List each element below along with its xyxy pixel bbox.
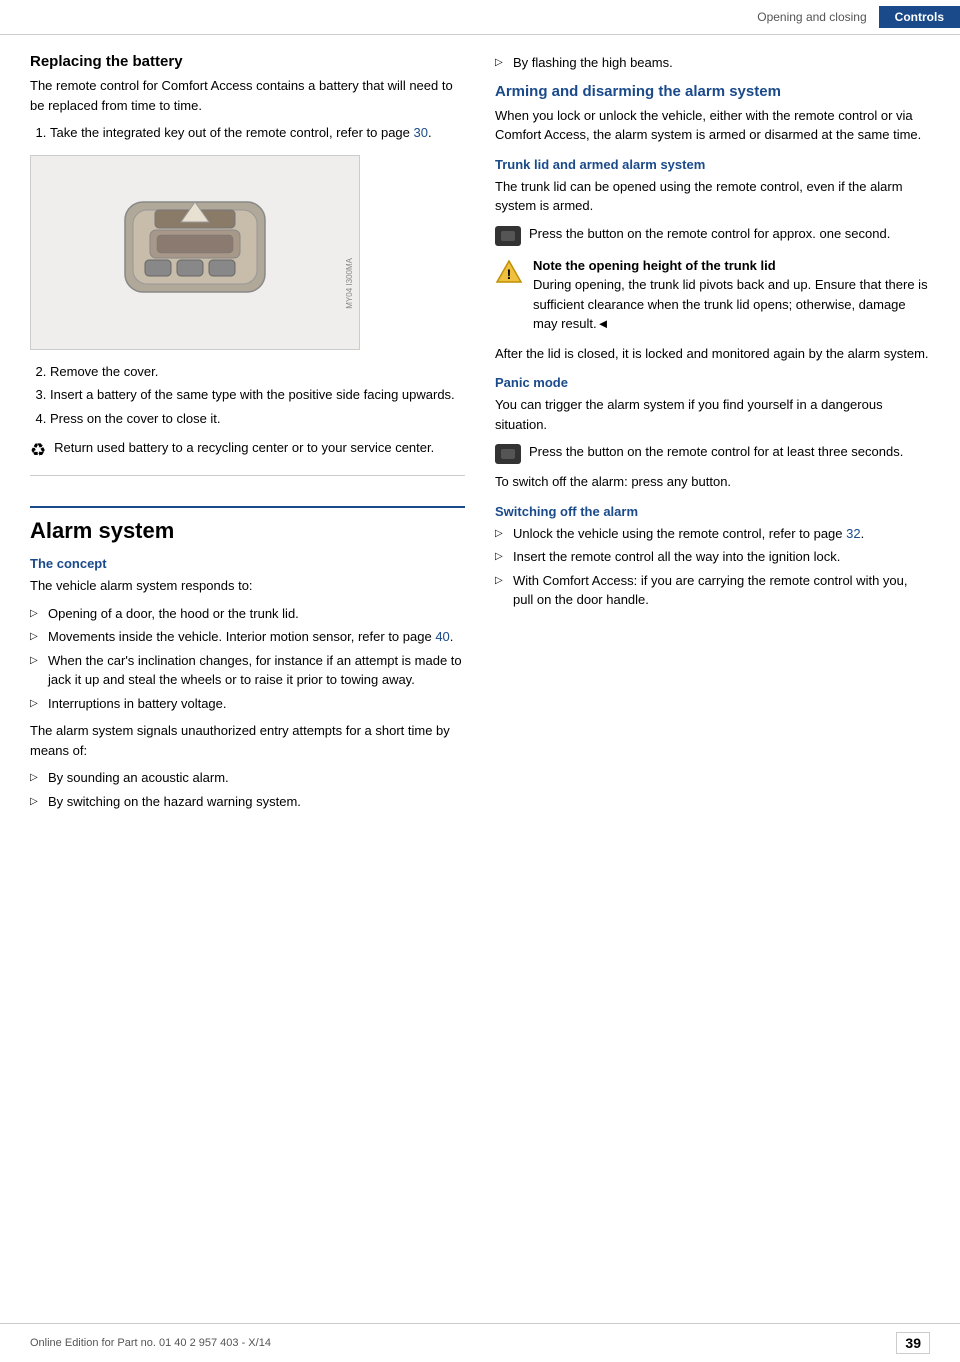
battery-step-2: Remove the cover. bbox=[50, 362, 465, 382]
warning-triangle-icon: ! bbox=[495, 258, 523, 289]
warning-title: Note the opening height of the trunk lid bbox=[533, 258, 776, 273]
page-number: 39 bbox=[896, 1332, 930, 1354]
main-content: Replacing the battery The remote control… bbox=[0, 35, 960, 859]
replacing-battery-title: Replacing the battery bbox=[30, 53, 465, 70]
trunk-title: Trunk lid and armed alarm system bbox=[495, 157, 930, 172]
left-column: Replacing the battery The remote control… bbox=[30, 53, 465, 819]
right-signal-list: By flashing the high beams. bbox=[495, 53, 930, 73]
switching-item-1: Unlock the vehicle using the remote cont… bbox=[495, 524, 930, 544]
recycle-text: Return used battery to a recycling cente… bbox=[54, 438, 434, 458]
concept-list: Opening of a door, the hood or the trunk… bbox=[30, 604, 465, 714]
alarm-system-title: Alarm system bbox=[30, 506, 465, 544]
arming-text: When you lock or unlock the vehicle, eit… bbox=[495, 106, 930, 145]
trunk-remote-note: Press the button on the remote control f… bbox=[495, 224, 930, 246]
battery-step-1: Take the integrated key out of the remot… bbox=[50, 123, 465, 143]
signal-item-2: By switching on the hazard warning syste… bbox=[30, 792, 465, 812]
link-page32[interactable]: 32 bbox=[846, 526, 860, 541]
signal-item-1: By sounding an acoustic alarm. bbox=[30, 768, 465, 788]
warning-content: Note the opening height of the trunk lid… bbox=[533, 256, 930, 334]
image-caption: MY04 I300MA bbox=[345, 258, 354, 309]
panic-text: You can trigger the alarm system if you … bbox=[495, 395, 930, 434]
switching-title: Switching off the alarm bbox=[495, 504, 930, 519]
signals-list: By sounding an acoustic alarm. By switch… bbox=[30, 768, 465, 811]
divider bbox=[30, 475, 465, 476]
panic-remote-note: Press the button on the remote control f… bbox=[495, 442, 930, 464]
after-lid-text: After the lid is closed, it is locked an… bbox=[495, 344, 930, 364]
concept-intro: The vehicle alarm system responds to: bbox=[30, 576, 465, 596]
concept-title: The concept bbox=[30, 556, 465, 571]
battery-steps-list: Take the integrated key out of the remot… bbox=[30, 123, 465, 143]
panic-note-text: Press the button on the remote control f… bbox=[529, 442, 903, 462]
header-navigation: Opening and closing Controls bbox=[745, 6, 960, 28]
battery-image: MY04 I300MA bbox=[30, 155, 360, 350]
concept-item-3: When the car's inclination changes, for … bbox=[30, 651, 465, 690]
switching-item-3: With Comfort Access: if you are carrying… bbox=[495, 571, 930, 610]
recycle-note: ♻ Return used battery to a recycling cen… bbox=[30, 438, 465, 461]
right-column: By flashing the high beams. Arming and d… bbox=[495, 53, 930, 819]
link-page40[interactable]: 40 bbox=[435, 629, 449, 644]
trunk-warning: ! Note the opening height of the trunk l… bbox=[495, 256, 930, 334]
battery-steps-list-2: Remove the cover. Insert a battery of th… bbox=[30, 362, 465, 429]
recycle-icon: ♻ bbox=[30, 440, 46, 461]
switching-item-2: Insert the remote control all the way in… bbox=[495, 547, 930, 567]
signals-intro: The alarm system signals unauthorized en… bbox=[30, 721, 465, 760]
switching-list: Unlock the vehicle using the remote cont… bbox=[495, 524, 930, 610]
link-page30[interactable]: 30 bbox=[414, 125, 428, 140]
battery-step-4: Press on the cover to close it. bbox=[50, 409, 465, 429]
svg-text:!: ! bbox=[507, 266, 512, 282]
trunk-note-text: Press the button on the remote control f… bbox=[529, 224, 890, 244]
trunk-text: The trunk lid can be opened using the re… bbox=[495, 177, 930, 216]
remote-control-icon bbox=[495, 226, 521, 246]
panic-title: Panic mode bbox=[495, 375, 930, 390]
warning-text-body: During opening, the trunk lid pivots bac… bbox=[533, 277, 928, 331]
concept-item-1: Opening of a door, the hood or the trunk… bbox=[30, 604, 465, 624]
nav-controls: Controls bbox=[879, 6, 960, 28]
page-header: Opening and closing Controls bbox=[0, 0, 960, 35]
nav-opening-closing: Opening and closing bbox=[745, 6, 878, 28]
arming-title: Arming and disarming the alarm system bbox=[495, 83, 930, 100]
signal-item-3: By flashing the high beams. bbox=[495, 53, 930, 73]
page-footer: Online Edition for Part no. 01 40 2 957 … bbox=[0, 1323, 960, 1362]
footer-text: Online Edition for Part no. 01 40 2 957 … bbox=[30, 1337, 271, 1349]
concept-item-4: Interruptions in battery voltage. bbox=[30, 694, 465, 714]
concept-item-2: Movements inside the vehicle. Interior m… bbox=[30, 627, 465, 647]
remote-control-icon-2 bbox=[495, 444, 521, 464]
panic-switch-text: To switch off the alarm: press any butto… bbox=[495, 472, 930, 492]
battery-step-3: Insert a battery of the same type with t… bbox=[50, 385, 465, 405]
replacing-battery-intro: The remote control for Comfort Access co… bbox=[30, 76, 465, 115]
